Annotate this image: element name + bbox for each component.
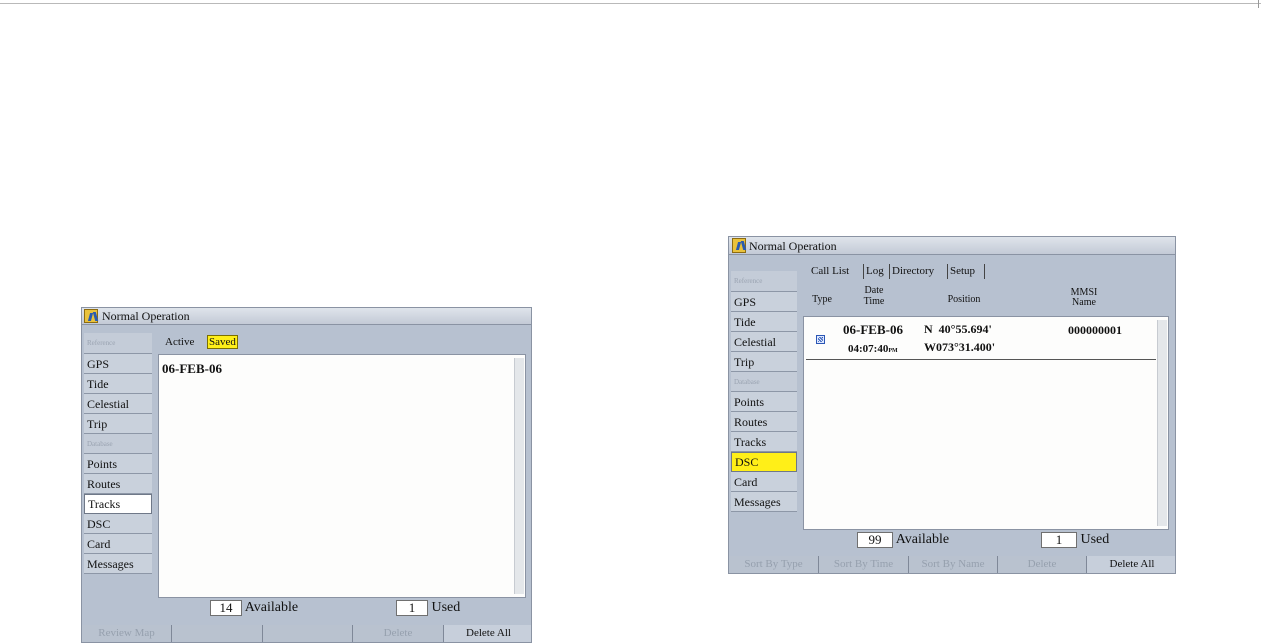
available-count: 99 <box>857 532 893 548</box>
sidebar-item-gps[interactable]: GPS <box>731 292 797 312</box>
available-counter: 99 Available <box>857 532 949 548</box>
used-count: 1 <box>1041 532 1077 548</box>
row-time: 04:07:40PM <box>848 343 898 355</box>
column-header-name: Name <box>1072 297 1096 308</box>
sidebar-item-card[interactable]: Card <box>731 472 797 492</box>
tab-saved[interactable]: Saved <box>207 335 238 349</box>
sidebar-item-celestial[interactable]: Celestial <box>731 332 797 352</box>
sidebar-item-messages[interactable]: Messages <box>731 492 797 512</box>
available-label: Available <box>244 600 299 616</box>
sidebar-item-dsc[interactable]: DSC <box>731 452 797 472</box>
used-counter: 1 Used <box>1041 532 1109 548</box>
page-top-rule-end <box>1258 0 1259 8</box>
softkey-empty-2[interactable] <box>263 625 353 642</box>
row-longitude: W073°31.400' <box>924 340 996 354</box>
delete-button[interactable]: Delete <box>353 625 444 642</box>
tab-bar: Call List Log Directory Setup <box>801 263 1173 281</box>
sidebar-header-database: Database <box>84 434 152 454</box>
distress-call-icon <box>816 335 825 344</box>
tab-separator <box>889 264 890 279</box>
sidebar-item-trip[interactable]: Trip <box>731 352 797 372</box>
list-item[interactable]: 06-FEB-06 <box>162 361 222 377</box>
available-counter: 14 Available <box>210 600 298 616</box>
table-row[interactable]: 06-FEB-06 04:07:40PM N 40°55.694' W073°3… <box>806 319 1156 360</box>
column-header-type: Type <box>812 294 832 305</box>
sidebar-header-reference: Reference <box>84 333 152 354</box>
available-label: Available <box>895 532 950 548</box>
row-time-value: 04:07:40 <box>848 343 889 355</box>
tab-separator <box>863 264 864 279</box>
delete-all-button[interactable]: Delete All <box>444 625 531 642</box>
sidebar-item-tide[interactable]: Tide <box>731 312 797 332</box>
sidebar-item-points[interactable]: Points <box>731 392 797 412</box>
softkey-empty-1[interactable] <box>172 625 263 642</box>
scrollbar[interactable] <box>1157 320 1167 526</box>
softkey-bar: Review Map Delete Delete All <box>82 625 531 642</box>
tab-separator <box>947 264 948 279</box>
column-header-time: Time <box>863 296 885 307</box>
dsc-screen: Normal Operation Reference GPS Tide Cele… <box>728 236 1176 574</box>
tab-separator <box>984 264 985 279</box>
softkey-bar: Sort By Type Sort By Time Sort By Name D… <box>729 556 1175 573</box>
sidebar-header-database: Database <box>731 372 797 392</box>
sort-by-type-button[interactable]: Sort By Type <box>729 556 819 573</box>
sidebar-item-celestial[interactable]: Celestial <box>84 394 152 414</box>
tracks-screen: Normal Operation Reference GPS Tide Cele… <box>81 307 532 643</box>
sort-by-time-button[interactable]: Sort By Time <box>819 556 909 573</box>
sidebar-item-gps[interactable]: GPS <box>84 354 152 374</box>
tab-bar: Active Saved <box>159 334 529 352</box>
sidebar-item-dsc[interactable]: DSC <box>84 514 152 534</box>
sidebar-item-routes[interactable]: Routes <box>731 412 797 432</box>
saved-tracks-list: 06-FEB-06 <box>158 354 526 598</box>
app-icon <box>84 309 98 323</box>
column-header-date: Date <box>864 285 884 296</box>
tab-setup[interactable]: Setup <box>950 265 975 277</box>
available-count: 14 <box>210 600 242 616</box>
used-count: 1 <box>396 600 428 616</box>
title-bar: Normal Operation <box>729 237 1175 255</box>
title-bar: Normal Operation <box>82 308 531 325</box>
row-mmsi: 000000001 <box>1068 323 1122 337</box>
sidebar-item-tracks[interactable]: Tracks <box>731 432 797 452</box>
column-header-position: Position <box>947 294 981 305</box>
tab-active[interactable]: Active <box>165 336 194 348</box>
app-icon <box>732 238 746 253</box>
used-label: Used <box>431 600 461 616</box>
sidebar-item-messages[interactable]: Messages <box>84 554 152 574</box>
used-counter: 1 Used <box>396 600 460 616</box>
tab-log[interactable]: Log <box>866 265 884 277</box>
sidebar-item-routes[interactable]: Routes <box>84 474 152 494</box>
row-date: 06-FEB-06 <box>843 322 903 337</box>
page-top-rule <box>0 3 1261 4</box>
row-latitude: N 40°55.694' <box>924 322 992 336</box>
tab-call-list[interactable]: Call List <box>811 265 849 277</box>
sidebar-item-trip[interactable]: Trip <box>84 414 152 434</box>
row-time-ampm: PM <box>888 348 898 354</box>
screen-title: Normal Operation <box>749 239 837 253</box>
sidebar-item-points[interactable]: Points <box>84 454 152 474</box>
sidebar-item-tracks[interactable]: Tracks <box>84 494 152 514</box>
delete-button[interactable]: Delete <box>998 556 1087 573</box>
screen-title: Normal Operation <box>102 309 190 323</box>
review-map-button[interactable]: Review Map <box>82 625 172 642</box>
tab-directory[interactable]: Directory <box>892 265 934 277</box>
scrollbar[interactable] <box>514 358 524 594</box>
sidebar-header-reference: Reference <box>731 271 797 292</box>
delete-all-button[interactable]: Delete All <box>1087 556 1175 573</box>
sidebar-item-card[interactable]: Card <box>84 534 152 554</box>
sidebar-item-tide[interactable]: Tide <box>84 374 152 394</box>
used-label: Used <box>1080 532 1110 548</box>
sort-by-name-button[interactable]: Sort By Name <box>909 556 998 573</box>
call-list: 06-FEB-06 04:07:40PM N 40°55.694' W073°3… <box>803 316 1169 530</box>
